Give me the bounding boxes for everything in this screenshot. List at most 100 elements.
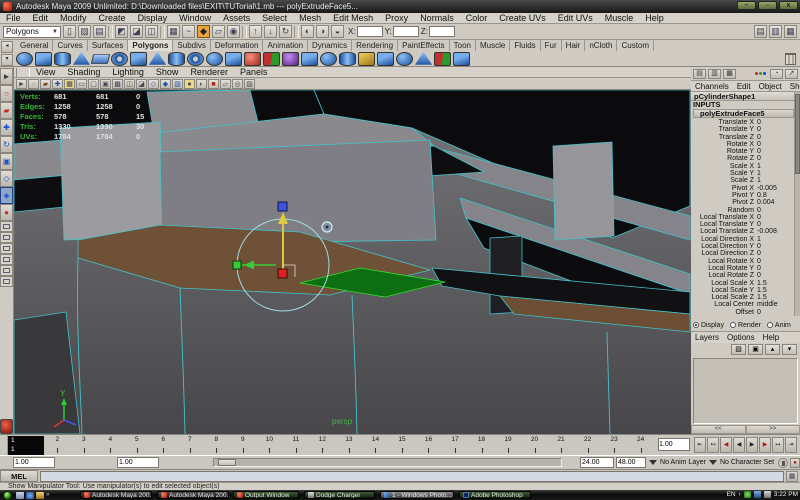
shelf-separate-icon[interactable] <box>339 52 356 66</box>
channel-attribute-row[interactable]: Local Direction X1 <box>691 236 794 243</box>
animation-preferences-icon[interactable]: ● <box>790 458 800 468</box>
shelf-tab[interactable]: Muscle <box>476 40 510 51</box>
show-desktop-icon[interactable] <box>16 492 24 499</box>
frame-tick[interactable]: 20 <box>521 435 548 455</box>
frame-tick[interactable]: 10 <box>256 435 283 455</box>
frame-tick[interactable]: 12 <box>309 435 336 455</box>
frame-tick[interactable]: 23 <box>601 435 628 455</box>
move-layer-up-icon[interactable]: ▴ <box>765 344 780 355</box>
maya-hotbox-icon[interactable] <box>0 419 13 434</box>
channel-attribute-row[interactable]: Rotate Z0 <box>691 155 794 162</box>
taskbar-button[interactable]: Adobe Photoshop <box>459 491 531 499</box>
layer-mode-radio[interactable]: Anim <box>767 322 791 329</box>
frame-tick[interactable]: 5 <box>124 435 151 455</box>
channel-box-scrollbar[interactable] <box>794 92 800 316</box>
channel-attribute-row[interactable]: Local Rotate Z0 <box>691 272 794 279</box>
shaded-icon[interactable]: ◆ <box>160 79 171 89</box>
play-forwards-button[interactable]: ▶ <box>746 437 758 453</box>
snap-grid-icon[interactable]: ▦ <box>167 25 180 38</box>
auto-keyframe-icon[interactable] <box>778 458 788 468</box>
frame-tick[interactable]: 24 <box>627 435 654 455</box>
sidebar-layout-2-icon[interactable]: ▥ <box>708 69 721 79</box>
internet-explorer-icon[interactable] <box>26 492 34 499</box>
shelf-mirror-geometry-icon[interactable] <box>263 52 280 66</box>
coordinate-input[interactable] <box>429 26 455 37</box>
channel-attribute-row[interactable]: Translate Y0 <box>691 126 794 133</box>
create-layer-from-selected-icon[interactable]: ▣ <box>748 344 763 355</box>
menu-item[interactable]: Create UVs <box>493 13 552 23</box>
shelf-tab-arrow[interactable]: ◂ <box>1 41 13 53</box>
shelf-poly-torus-icon[interactable] <box>111 52 128 66</box>
channel-attribute-row[interactable]: Local Centermiddle <box>691 301 794 308</box>
shelf-combine-icon[interactable] <box>320 52 337 66</box>
menu-item[interactable]: Mesh <box>293 13 327 23</box>
channel-box-menu-item[interactable]: Show <box>786 82 800 91</box>
snap-point-icon[interactable]: ◆ <box>197 25 210 38</box>
layer-mode-radio[interactable]: Render <box>730 322 761 329</box>
universal-manipulator-tool[interactable]: ◇ <box>0 170 13 187</box>
select-icon[interactable]: ► <box>16 79 27 89</box>
minimize-button[interactable]: – <box>737 1 756 10</box>
panel-menu-item[interactable]: Panels <box>234 67 274 77</box>
channel-attribute-row[interactable]: Random0 <box>691 207 794 214</box>
frame-tick[interactable]: 14 <box>362 435 389 455</box>
playback-end-field[interactable] <box>580 457 614 468</box>
range-slider-thumb[interactable] <box>218 459 236 466</box>
group-divider[interactable] <box>242 26 247 38</box>
shelf-tab[interactable]: Animation <box>263 40 308 51</box>
rotate-tool[interactable]: ↻ <box>0 136 13 153</box>
plugin-shapes-icon[interactable]: ▨ <box>244 79 255 89</box>
layer-menu-item[interactable]: Help <box>759 333 783 342</box>
node-name[interactable]: polyExtrudeFace5 <box>693 109 794 118</box>
display-colors-icon[interactable] <box>755 69 768 79</box>
channel-attribute-row[interactable]: Offset0 <box>691 309 794 316</box>
shelf-tab[interactable]: Dynamics <box>308 40 352 51</box>
current-frame-indicator[interactable]: 1 1 <box>8 436 44 455</box>
ipr-render-icon[interactable]: ◑ <box>316 25 329 38</box>
menu-item[interactable]: Modify <box>54 13 93 23</box>
show-manipulator-tool[interactable]: ◈ <box>0 187 13 204</box>
safe-action-icon[interactable]: ◫ <box>124 79 135 89</box>
frame-tick[interactable]: 22 <box>574 435 601 455</box>
mel-label[interactable]: MEL <box>0 470 38 482</box>
xray-icon[interactable]: ▱ <box>220 79 231 89</box>
taskbar-button[interactable]: Autodesk Maya 200... <box>80 491 152 499</box>
layout-persp-outliner[interactable] <box>0 243 13 254</box>
menu-item[interactable]: Help <box>639 13 670 23</box>
shelf-poly-cone-icon[interactable] <box>73 52 90 66</box>
lighting-icon[interactable]: ● <box>184 79 195 89</box>
shelf-tab[interactable]: Deformation <box>211 40 264 51</box>
shelf-poly-sphere-icon[interactable] <box>16 52 33 66</box>
shelf-tab[interactable]: Fur <box>541 40 562 51</box>
safe-title-icon[interactable]: ◪ <box>136 79 147 89</box>
group-divider[interactable] <box>108 26 113 38</box>
taskbar-button[interactable]: Output Window <box>233 491 299 499</box>
collapse-right-button[interactable]: >> <box>746 425 800 434</box>
shelf-poly-prism-icon[interactable] <box>130 52 147 66</box>
output-connections-icon[interactable]: ↓ <box>264 25 277 38</box>
channel-attribute-row[interactable]: Scale Y1 <box>691 170 794 177</box>
layer-list[interactable] <box>693 358 798 424</box>
taskbar-button[interactable]: Dodge Charger <box>304 491 375 499</box>
maximize-button[interactable]: ▫ <box>758 1 777 10</box>
step-forward-key-button[interactable]: ▶ <box>759 437 771 453</box>
channel-attribute-row[interactable]: Local Scale Y1.5 <box>691 287 794 294</box>
panel-menu-item[interactable]: Renderer <box>184 67 234 77</box>
volume-tray-icon[interactable] <box>764 491 771 498</box>
menu-item[interactable]: Select <box>256 13 293 23</box>
shelf-fill-hole-icon[interactable] <box>396 52 413 66</box>
frame-tick[interactable]: 18 <box>468 435 495 455</box>
shelf-extrude-icon[interactable] <box>358 52 375 66</box>
frame-tick[interactable]: 11 <box>283 435 310 455</box>
start-button[interactable] <box>3 491 12 500</box>
snap-curve-icon[interactable]: ~ <box>182 25 195 38</box>
lasso-icon[interactable]: ◌ <box>28 79 39 89</box>
panel-menu-item[interactable]: Lighting <box>106 67 150 77</box>
shelf-tab[interactable]: Subdivs <box>173 40 210 51</box>
coordinate-input[interactable] <box>357 26 383 37</box>
isolate-select-icon[interactable]: ◎ <box>232 79 243 89</box>
frame-tick[interactable]: 3 <box>71 435 98 455</box>
layer-menu-item[interactable]: Layers <box>691 333 723 342</box>
taskbar-button[interactable]: 1 - Windows Photo... <box>380 491 454 499</box>
select-object-icon[interactable]: ◪ <box>130 25 143 38</box>
